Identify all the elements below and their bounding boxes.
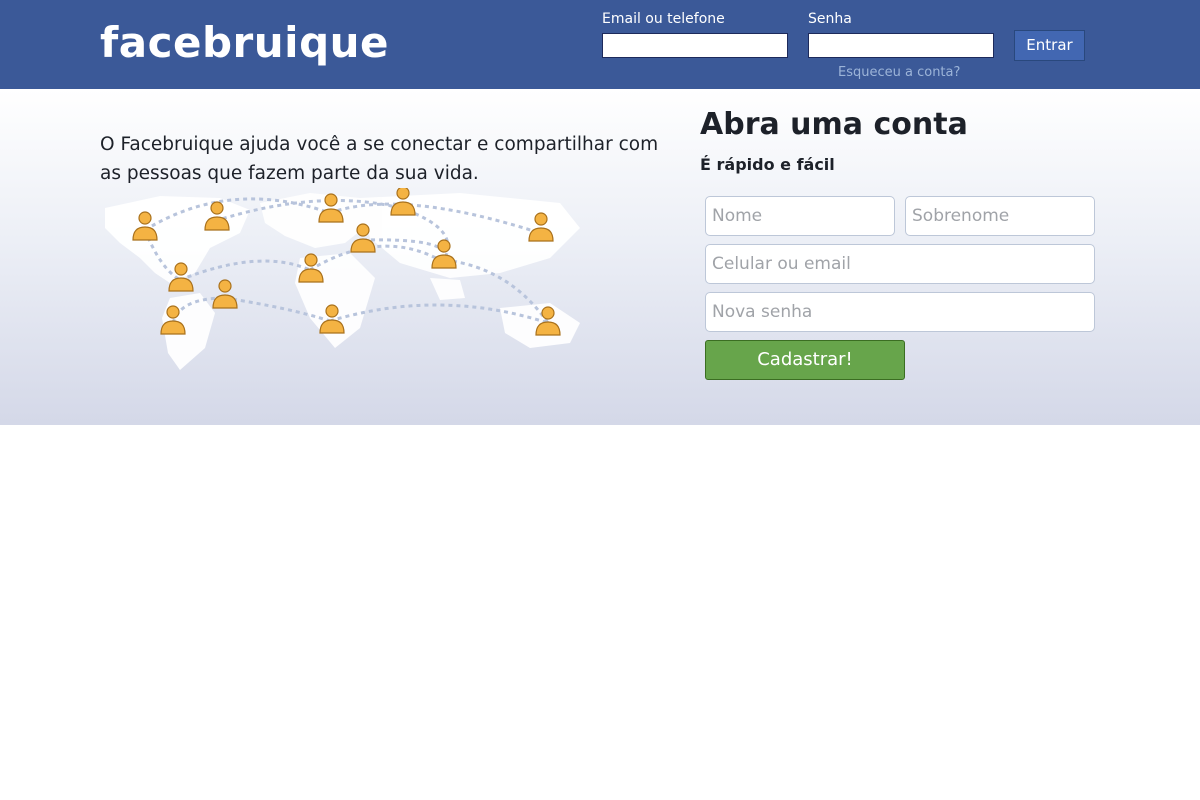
signup-title: Abra uma conta (700, 107, 968, 142)
forgot-account-link[interactable]: Esqueceu a conta? (838, 65, 960, 80)
logo[interactable]: facebruique (100, 18, 389, 67)
email-field[interactable] (602, 33, 788, 58)
password-field[interactable] (808, 33, 994, 58)
last-name-field[interactable]: Sobrenome (905, 196, 1095, 236)
new-password-field[interactable]: Nova senha (705, 292, 1095, 332)
contact-field[interactable]: Celular ou email (705, 244, 1095, 284)
signup-button[interactable]: Cadastrar! (705, 340, 905, 380)
password-label: Senha (808, 11, 852, 27)
signup-subtitle: É rápido e fácil (700, 155, 835, 174)
email-label: Email ou telefone (602, 11, 725, 27)
tagline: O Facebruique ajuda você a se conectar e… (100, 134, 659, 184)
top-bar: facebruique Email ou telefone Senha Entr… (0, 0, 1200, 89)
world-map-people-connections-icon (105, 188, 580, 370)
first-name-field[interactable]: Nome (705, 196, 895, 236)
login-button[interactable]: Entrar (1014, 30, 1085, 61)
